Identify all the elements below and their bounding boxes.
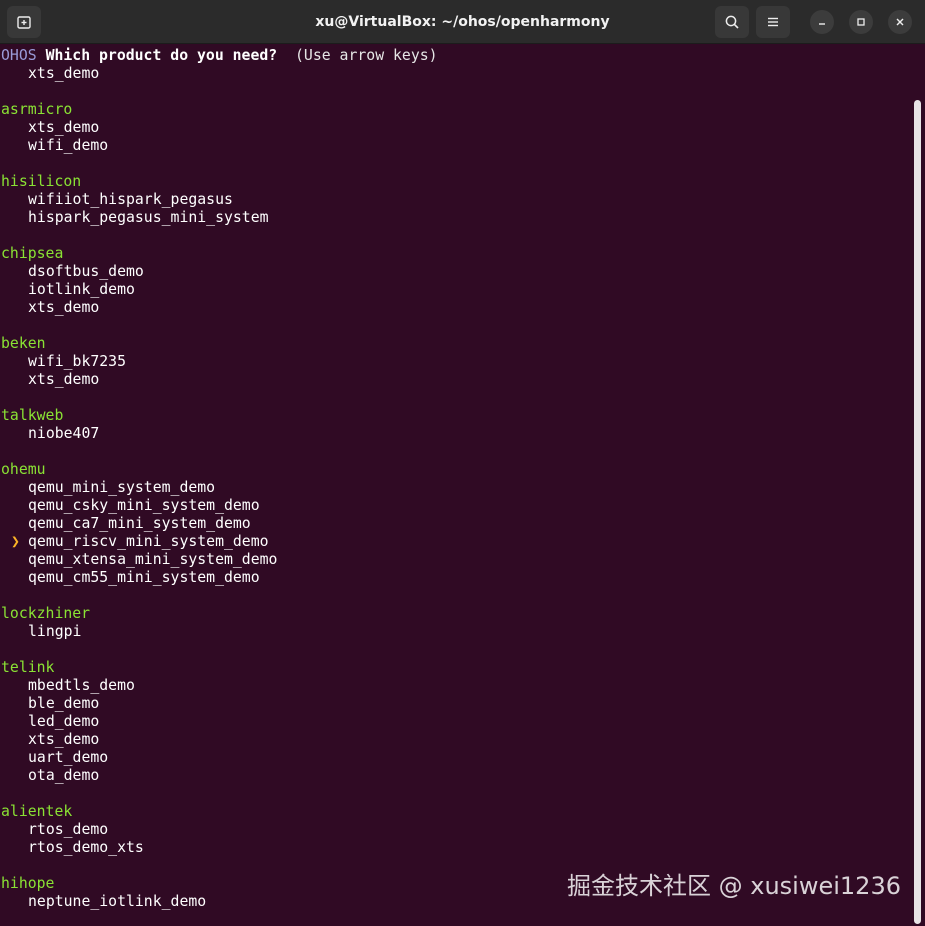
product-name: ota_demo: [28, 767, 100, 784]
product-option[interactable]: wifiiot_hispark_pegasus: [0, 191, 910, 209]
product-option[interactable]: led_demo: [0, 713, 910, 731]
product-option[interactable]: uart_demo: [0, 749, 910, 767]
product-name: wifi_bk7235: [28, 353, 126, 370]
product-name: uart_demo: [28, 749, 109, 766]
product-name: qemu_xtensa_mini_system_demo: [28, 551, 278, 568]
selection-pointer-icon: ❯: [11, 533, 20, 550]
product-option[interactable]: qemu_mini_system_demo: [0, 479, 910, 497]
product-option[interactable]: iotlink_demo: [0, 281, 910, 299]
close-button[interactable]: [888, 10, 912, 34]
product-name: xts_demo: [28, 731, 100, 748]
product-option[interactable]: xts_demo: [0, 119, 910, 137]
vendor-heading: hisilicon: [1, 173, 82, 190]
vendor-heading: chipsea: [1, 245, 64, 262]
product-option[interactable]: lingpi: [0, 623, 910, 641]
product-option[interactable]: dsoftbus_demo: [0, 263, 910, 281]
product-option[interactable]: xts_demo: [0, 299, 910, 317]
product-option[interactable]: ble_demo: [0, 695, 910, 713]
prompt-line: OHOS Which product do you need? (Use arr…: [0, 47, 910, 65]
product-option[interactable]: rtos_demo_xts: [0, 839, 910, 857]
product-name: qemu_cm55_mini_system_demo: [28, 569, 260, 586]
product-name: qemu_mini_system_demo: [28, 479, 216, 496]
new-tab-button[interactable]: [7, 6, 41, 38]
prompt-hint: (Use arrow keys): [295, 47, 438, 64]
vendor-heading: beken: [1, 335, 46, 352]
new-tab-icon: [17, 16, 31, 29]
product-option[interactable]: qemu_cm55_mini_system_demo: [0, 569, 910, 587]
product-name: wifiiot_hispark_pegasus: [28, 191, 233, 208]
product-option[interactable]: wifi_demo: [0, 137, 910, 155]
window-title: xu@VirtualBox: ~/ohos/openharmony: [315, 14, 610, 30]
product-option[interactable]: qemu_csky_mini_system_demo: [0, 497, 910, 515]
vendor-heading: ohemu: [1, 461, 46, 478]
product-option[interactable]: ❯ qemu_riscv_mini_system_demo: [0, 533, 910, 551]
maximize-button[interactable]: [849, 10, 873, 34]
vendor-heading: lockzhiner: [1, 605, 91, 622]
product-option[interactable]: rtos_demo: [0, 821, 910, 839]
product-option[interactable]: hispark_pegasus_mini_system: [0, 209, 910, 227]
product-option[interactable]: qemu_ca7_mini_system_demo: [0, 515, 910, 533]
scrollbar[interactable]: [914, 100, 921, 924]
search-button[interactable]: [715, 6, 749, 38]
product-list[interactable]: xts_demo asrmicro xts_demo wifi_demo hisilic…: [0, 65, 910, 911]
product-name: dsoftbus_demo: [28, 263, 144, 280]
product-option[interactable]: qemu_xtensa_mini_system_demo: [0, 551, 910, 569]
minimize-button[interactable]: [810, 10, 834, 34]
terminal-window: xu@VirtualBox: ~/ohos/openharmony OHOS W…: [0, 0, 925, 926]
product-name: xts_demo: [28, 299, 100, 316]
maximize-icon: [857, 18, 865, 26]
product-option[interactable]: mbedtls_demo: [0, 677, 910, 695]
product-name: led_demo: [28, 713, 100, 730]
product-name: hispark_pegasus_mini_system: [28, 209, 269, 226]
terminal-output[interactable]: OHOS Which product do you need? (Use arr…: [0, 47, 910, 926]
product-name: qemu_ca7_mini_system_demo: [28, 515, 251, 532]
product-name: xts_demo: [28, 119, 100, 136]
watermark: 掘金技术社区 @ xusiwei1236: [567, 872, 901, 900]
vendor-heading: alientek: [1, 803, 73, 820]
product-name: xts_demo: [28, 65, 100, 82]
product-name: niobe407: [28, 425, 100, 442]
product-name: mbedtls_demo: [28, 677, 135, 694]
product-name: ble_demo: [28, 695, 100, 712]
product-name: lingpi: [28, 623, 82, 640]
title-bar: xu@VirtualBox: ~/ohos/openharmony: [0, 0, 925, 44]
product-name: xts_demo: [28, 371, 100, 388]
vendor-heading: talkweb: [1, 407, 64, 424]
product-option[interactable]: niobe407: [0, 425, 910, 443]
prompt-prefix: OHOS: [1, 47, 37, 64]
close-icon: [896, 18, 904, 26]
hamburger-menu-icon: [768, 17, 778, 27]
product-name: neptune_iotlink_demo: [28, 893, 207, 910]
product-name: rtos_demo: [28, 821, 109, 838]
product-option[interactable]: ota_demo: [0, 767, 910, 785]
product-name: rtos_demo_xts: [28, 839, 144, 856]
product-name: qemu_csky_mini_system_demo: [28, 497, 260, 514]
vendor-heading: asrmicro: [1, 101, 73, 118]
menu-button[interactable]: [756, 6, 790, 38]
product-option[interactable]: xts_demo: [0, 371, 910, 389]
vendor-heading: telink: [1, 659, 55, 676]
product-name: iotlink_demo: [28, 281, 135, 298]
product-option[interactable]: xts_demo: [0, 65, 910, 83]
prompt-question: Which product do you need?: [45, 47, 278, 64]
product-option[interactable]: wifi_bk7235: [0, 353, 910, 371]
minimize-icon: [819, 23, 825, 25]
product-name: qemu_riscv_mini_system_demo: [28, 533, 269, 550]
product-name: wifi_demo: [28, 137, 109, 154]
search-icon: [725, 15, 739, 29]
product-option[interactable]: xts_demo: [0, 731, 910, 749]
